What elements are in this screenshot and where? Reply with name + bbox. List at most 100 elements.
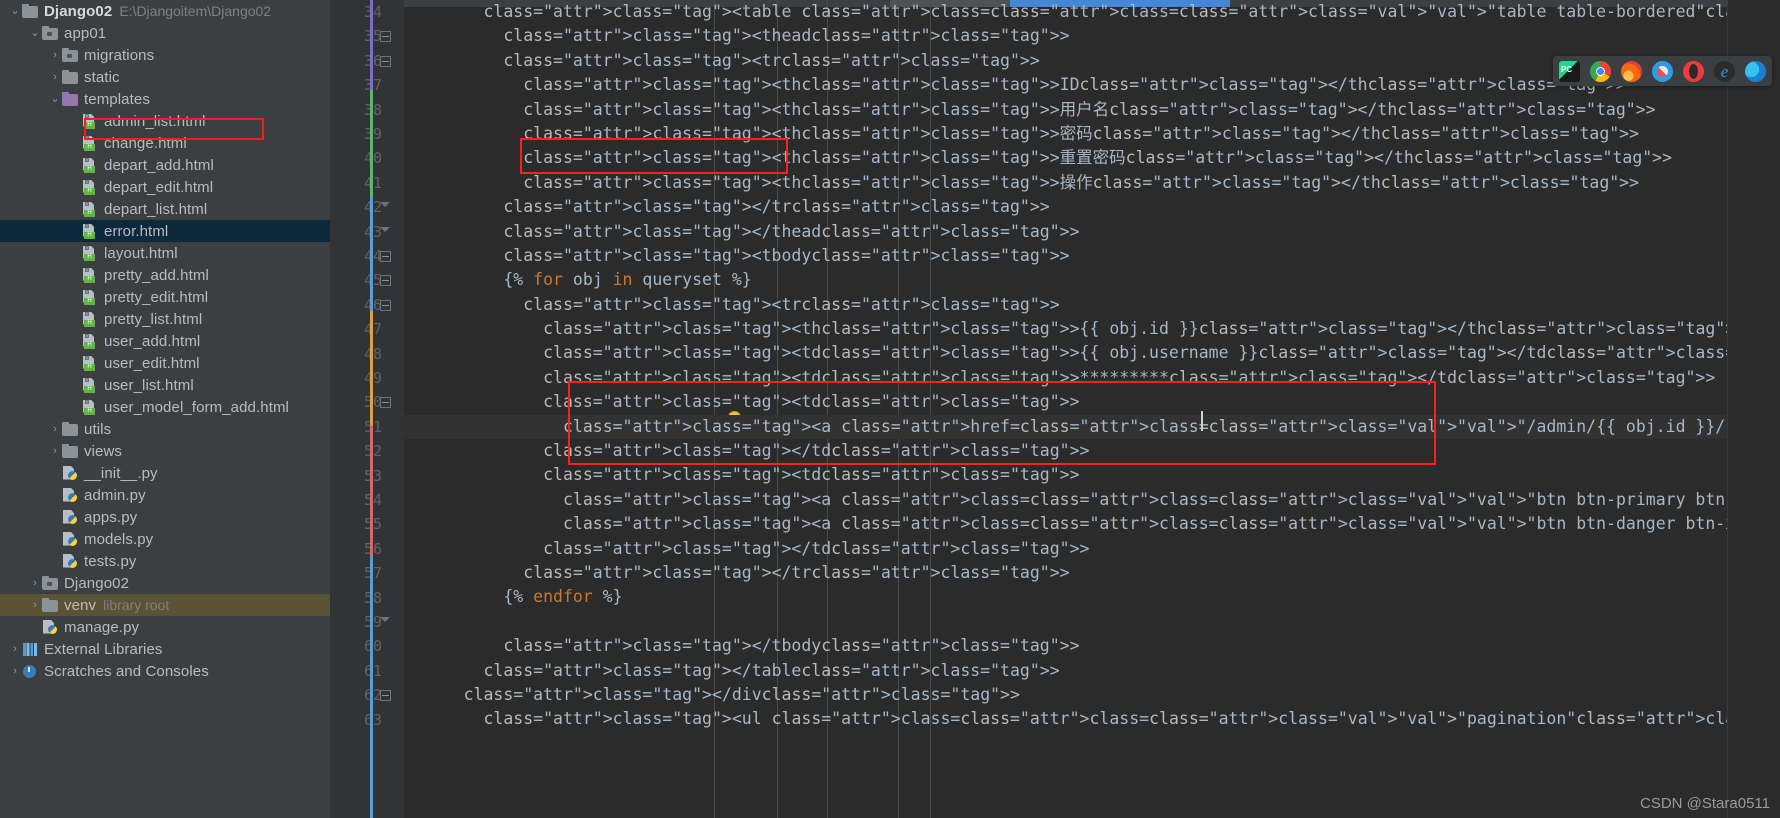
chevron-right-icon[interactable]: › xyxy=(48,445,62,457)
code-line[interactable]: class="attr">class="tag"></tableclass="a… xyxy=(404,659,1780,683)
tree-row-manage-py[interactable]: manage.py xyxy=(0,616,330,638)
html-file-icon: H xyxy=(82,113,99,129)
chevron-right-icon[interactable]: › xyxy=(28,577,42,589)
code-line[interactable]: class="attr">class="tag"></theadclass="a… xyxy=(404,220,1780,244)
chevron-down-icon[interactable]: ⌄ xyxy=(28,27,42,39)
code-line[interactable]: class="attr">class="tag"><ul class="attr… xyxy=(404,707,1780,731)
tree-row-user-model-form-add-html[interactable]: Huser_model_form_add.html xyxy=(0,396,330,418)
chevron-down-icon[interactable]: ⌄ xyxy=(48,93,62,105)
tree-row-label: admin_list.html xyxy=(104,112,206,130)
chevron-right-icon[interactable]: › xyxy=(48,49,62,61)
code-editor[interactable]: 3435363738394041424344454647484950515253… xyxy=(330,0,1780,818)
tree-row-pretty-list-html[interactable]: Hpretty_list.html xyxy=(0,308,330,330)
tree-row-admin-list-html[interactable]: Hadmin_list.html xyxy=(0,110,330,132)
chrome-icon[interactable] xyxy=(1590,60,1611,82)
tree-row-migrations[interactable]: › migrations xyxy=(0,44,330,66)
tree-row-templates[interactable]: ⌄ templates xyxy=(0,88,330,110)
code-line[interactable]: class="attr">class="tag"></tdclass="attr… xyxy=(404,537,1780,561)
code-line[interactable]: class="attr">class="tag"><tdclass="attr"… xyxy=(404,390,1780,414)
tree-row-label: error.html xyxy=(104,222,169,240)
tree-row-app01[interactable]: ⌄ app01 xyxy=(0,22,330,44)
tree-row-views[interactable]: › views xyxy=(0,440,330,462)
tree-row-django02[interactable]: › Django02 xyxy=(0,572,330,594)
code-line[interactable]: class="attr">class="tag"><tdclass="attr"… xyxy=(404,341,1780,365)
code-line[interactable]: class="attr">class="tag"><trclass="attr"… xyxy=(404,293,1780,317)
internet-explorer-icon[interactable]: e xyxy=(1714,60,1735,82)
tree-row-sublabel: library root xyxy=(103,597,170,613)
code-line[interactable]: {% endfor %} xyxy=(404,585,1780,609)
tree-row-tests-py[interactable]: tests.py xyxy=(0,550,330,572)
code-line[interactable]: class="attr">class="tag"></trclass="attr… xyxy=(404,195,1780,219)
code-line[interactable]: class="attr">class="tag"><tbodyclass="at… xyxy=(404,244,1780,268)
code-line[interactable]: class="attr">class="tag"><a class="attr"… xyxy=(404,488,1780,512)
tree-row-scratches-and-consoles[interactable]: › Scratches and Consoles xyxy=(0,660,330,682)
folder-icon xyxy=(62,69,79,85)
scrollbar-rail[interactable] xyxy=(1727,0,1780,818)
tree-row-depart-edit-html[interactable]: Hdepart_edit.html xyxy=(0,176,330,198)
tree-row-sublabel: E:\Djangoitem\Django02 xyxy=(119,3,272,19)
project-tree[interactable]: ⌄ Django02 E:\Djangoitem\Django02 ⌄ app01 › mi… xyxy=(0,0,330,682)
code-line[interactable]: class="attr">class="tag"></tbodyclass="a… xyxy=(404,634,1780,658)
tree-row-pretty-edit-html[interactable]: Hpretty_edit.html xyxy=(0,286,330,308)
tree-row-label: Django02 xyxy=(44,2,113,20)
chevron-right-icon[interactable]: › xyxy=(48,71,62,83)
tree-row-models-py[interactable]: models.py xyxy=(0,528,330,550)
tree-row-static[interactable]: › static xyxy=(0,66,330,88)
code-line[interactable]: class="attr">class="tag"><table class="a… xyxy=(404,0,1780,24)
opera-icon[interactable] xyxy=(1683,60,1704,82)
tree-row-user-add-html[interactable]: Huser_add.html xyxy=(0,330,330,352)
pycharm-icon[interactable] xyxy=(1559,60,1580,82)
code-line[interactable]: class="attr">class="tag"><thclass="attr"… xyxy=(404,317,1780,341)
code-line[interactable]: class="attr">class="tag"><tdclass="attr"… xyxy=(404,366,1780,390)
code-line[interactable]: class="attr">class="tag"><thclass="attr"… xyxy=(404,146,1780,170)
project-tool-window[interactable]: ⌄ Django02 E:\Djangoitem\Django02 ⌄ app01 › mi… xyxy=(0,0,330,818)
python-file-icon xyxy=(42,619,59,635)
folder-icon xyxy=(42,597,59,613)
code-line[interactable]: class="attr">class="tag"></divclass="att… xyxy=(404,683,1780,707)
tree-row-layout-html[interactable]: Hlayout.html xyxy=(0,242,330,264)
safari-icon[interactable] xyxy=(1652,60,1673,82)
code-content[interactable]: class="attr">class="tag"><table class="a… xyxy=(404,0,1780,818)
code-line[interactable]: class="attr">class="tag"><theadclass="at… xyxy=(404,24,1780,48)
chevron-right-icon[interactable]: › xyxy=(8,665,22,677)
code-line[interactable]: class="attr">class="tag"><a class="attr"… xyxy=(404,414,1780,440)
tree-row-pretty-add-html[interactable]: Hpretty_add.html xyxy=(0,264,330,286)
tree-row-error-html[interactable]: Herror.html xyxy=(0,220,330,242)
code-line[interactable]: class="attr">class="tag"><a class="attr"… xyxy=(404,512,1780,536)
tree-row-utils[interactable]: › utils xyxy=(0,418,330,440)
code-line[interactable]: class="attr">class="tag"></trclass="attr… xyxy=(404,561,1780,585)
tree-row-venv[interactable]: › venv library root xyxy=(0,594,330,616)
tree-row-admin-py[interactable]: admin.py xyxy=(0,484,330,506)
tree-row-label: admin.py xyxy=(84,486,146,504)
chevron-right-icon[interactable]: › xyxy=(8,643,22,655)
tree-row--init-py[interactable]: __init__.py xyxy=(0,462,330,484)
module-folder-icon xyxy=(42,575,59,591)
tree-row-depart-list-html[interactable]: Hdepart_list.html xyxy=(0,198,330,220)
edge-icon[interactable] xyxy=(1745,60,1766,82)
tree-row-change-html[interactable]: Hchange.html xyxy=(0,132,330,154)
code-line[interactable]: class="attr">class="tag"><thclass="attr"… xyxy=(404,122,1780,146)
tree-row-user-list-html[interactable]: Huser_list.html xyxy=(0,374,330,396)
browser-launcher-toolbar[interactable]: e xyxy=(1553,56,1772,86)
code-line[interactable]: class="attr">class="tag"><thclass="attr"… xyxy=(404,98,1780,122)
tree-row-external-libraries[interactable]: › External Libraries xyxy=(0,638,330,660)
tree-row-apps-py[interactable]: apps.py xyxy=(0,506,330,528)
code-line[interactable]: class="attr">class="tag"><tdclass="attr"… xyxy=(404,463,1780,487)
chevron-right-icon[interactable]: › xyxy=(28,599,42,611)
code-line[interactable] xyxy=(404,610,1780,634)
chevron-down-icon[interactable]: ⌄ xyxy=(8,5,22,17)
html-file-icon: H xyxy=(82,289,99,305)
tree-row-django02[interactable]: ⌄ Django02 E:\Djangoitem\Django02 xyxy=(0,0,330,22)
tree-row-label: utils xyxy=(84,420,112,438)
tree-row-label: __init__.py xyxy=(84,464,158,482)
tree-row-depart-add-html[interactable]: Hdepart_add.html xyxy=(0,154,330,176)
html-file-icon: H xyxy=(82,201,99,217)
python-file-icon xyxy=(62,487,79,503)
code-line[interactable]: {% for obj in queryset %} xyxy=(404,268,1780,292)
code-line[interactable]: class="attr">class="tag"><thclass="attr"… xyxy=(404,171,1780,195)
firefox-icon[interactable] xyxy=(1621,60,1642,82)
code-line[interactable]: class="attr">class="tag"></tdclass="attr… xyxy=(404,439,1780,463)
chevron-right-icon[interactable]: › xyxy=(48,423,62,435)
tree-row-user-edit-html[interactable]: Huser_edit.html xyxy=(0,352,330,374)
tree-row-label: user_edit.html xyxy=(104,354,200,372)
